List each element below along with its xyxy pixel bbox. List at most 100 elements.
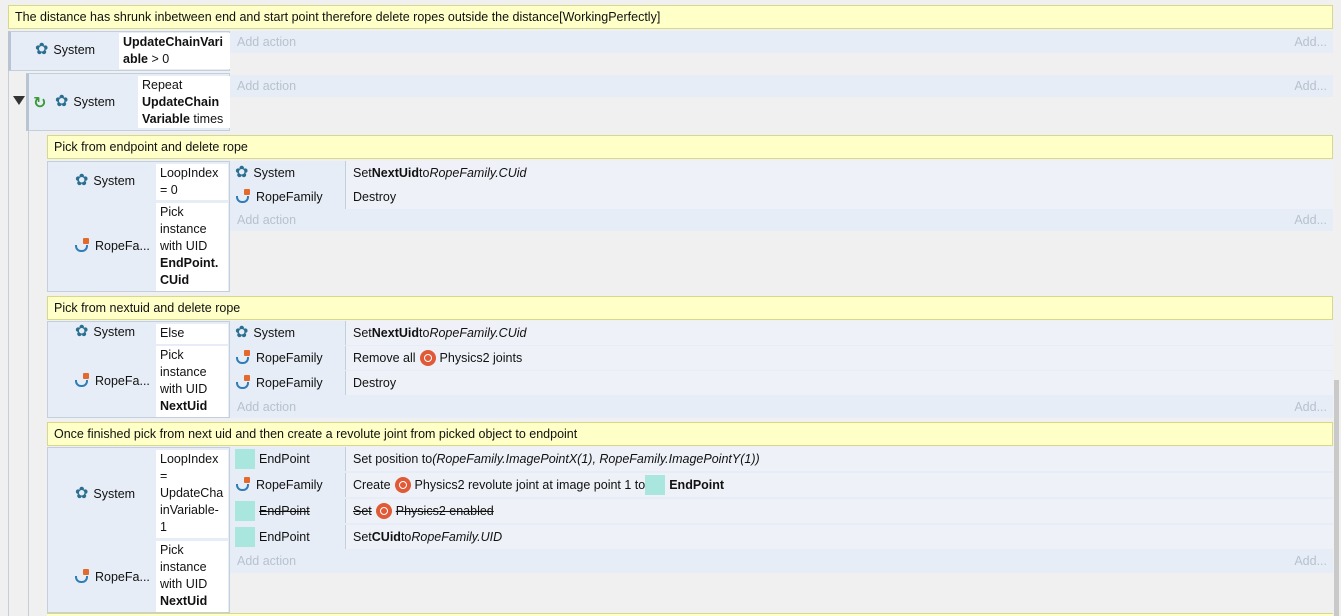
sub-event-2-actions[interactable]: ✿ System Set NextUid to RopeFamily.CUid … bbox=[230, 321, 1333, 418]
action-remove-joints[interactable]: Remove all Physics2 joints bbox=[345, 346, 1333, 370]
action-set-cuid[interactable]: Set CUid to RopeFamily.UID bbox=[345, 525, 1333, 549]
sub1-condition-loopindex[interactable]: LoopIndex = 0 bbox=[156, 164, 228, 200]
action-row[interactable]: EndPoint bbox=[235, 499, 310, 523]
action-object: System bbox=[253, 326, 296, 340]
pick-uid-value: NextUid bbox=[160, 594, 208, 608]
action-row[interactable]: EndPoint bbox=[235, 525, 310, 549]
action-expr: RopeFamily.CUid bbox=[429, 326, 527, 340]
action-row[interactable]: ✿ System bbox=[235, 161, 295, 185]
sub1-system-object[interactable]: ✿ System bbox=[75, 173, 135, 189]
action-object: EndPoint bbox=[259, 530, 310, 544]
physics2-icon bbox=[419, 350, 436, 366]
add-menu-link[interactable]: Add... bbox=[1294, 79, 1327, 93]
gear-icon: ✿ bbox=[75, 323, 89, 340]
add-action-link[interactable]: Add action bbox=[237, 554, 296, 568]
ropefamily-label: RopeFa... bbox=[95, 239, 150, 253]
sub2-ropefamily-object[interactable]: RopeFa... bbox=[74, 373, 150, 389]
action-text: Create bbox=[353, 478, 391, 492]
scrollbar[interactable] bbox=[1334, 380, 1339, 616]
sub1-condition-pick-uid[interactable]: Pick instance with UID EndPoint. CUid bbox=[156, 203, 228, 291]
action-expr: (RopeFamily.ImagePointX(1), RopeFamily.I… bbox=[432, 452, 760, 466]
rope-family-icon bbox=[74, 569, 92, 585]
action-destroy[interactable]: Destroy bbox=[345, 371, 1333, 395]
action-row[interactable]: RopeFamily bbox=[235, 185, 323, 209]
rope-family-icon bbox=[235, 477, 253, 493]
event-2-conditions[interactable]: ↻ ✿ System Repeat UpdateChain Variable t… bbox=[26, 73, 230, 131]
add-menu-link[interactable]: Add... bbox=[1294, 213, 1327, 227]
sub-event-1-conditions[interactable]: ✿ System RopeFa... LoopIndex = 0 Pick in… bbox=[47, 161, 230, 292]
add-menu-link[interactable]: Add... bbox=[1294, 35, 1327, 49]
rope-family-icon bbox=[74, 373, 92, 389]
event-1-condition[interactable]: UpdateChainVari able > 0 bbox=[119, 33, 230, 69]
event-2-actions[interactable]: Add action Add... bbox=[230, 75, 1333, 97]
action-object-disabled: EndPoint bbox=[259, 504, 310, 518]
gear-icon: ✿ bbox=[75, 172, 89, 189]
add-action-link[interactable]: Add action bbox=[237, 213, 296, 227]
system-label: System bbox=[93, 487, 136, 501]
sub2-condition-else[interactable]: Else bbox=[156, 324, 228, 344]
action-object: RopeFamily bbox=[256, 190, 323, 204]
comment-pick-endpoint[interactable]: Pick from endpoint and delete rope bbox=[47, 135, 1333, 159]
action-set-position[interactable]: Set position to (RopeFamily.ImagePointX(… bbox=[345, 447, 1333, 471]
comment-once-finished[interactable]: Once finished pick from next uid and the… bbox=[47, 422, 1333, 446]
sub3-condition-pick-uid[interactable]: Pick instance with UID NextUid bbox=[156, 541, 228, 612]
event-1-system-object[interactable]: ✿ System bbox=[35, 42, 95, 58]
action-text: Set position to bbox=[353, 452, 433, 466]
ropefamily-label: RopeFa... bbox=[95, 570, 150, 584]
comment-top[interactable]: The distance has shrunk inbetween end an… bbox=[8, 5, 1333, 29]
action-row[interactable]: EndPoint bbox=[235, 447, 310, 471]
action-text: Set bbox=[353, 504, 372, 518]
action-expr: RopeFamily.UID bbox=[411, 530, 503, 544]
comment-pick-nextuid[interactable]: Pick from nextuid and delete rope bbox=[47, 296, 1333, 320]
sub2-system-object[interactable]: ✿ System bbox=[75, 324, 135, 340]
sub3-condition-loopindex[interactable]: LoopIndex = UpdateCha inVariable- 1 bbox=[156, 450, 228, 538]
system-label: System bbox=[93, 174, 136, 188]
action-create-revolute-joint[interactable]: Create Physics2 revolute joint at image … bbox=[345, 473, 1333, 497]
sub3-ropefamily-object[interactable]: RopeFa... bbox=[74, 569, 150, 585]
rope-family-icon bbox=[235, 375, 253, 391]
add-action-link[interactable]: Add action bbox=[237, 79, 296, 93]
action-set-nextuid[interactable]: Set NextUid to RopeFamily.CUid bbox=[345, 161, 1333, 185]
pick-uid-value: NextUid bbox=[160, 399, 208, 413]
sub3-system-object[interactable]: ✿ System bbox=[75, 486, 135, 502]
sub-event-1-actions[interactable]: ✿ System Set NextUid to RopeFamily.CUid … bbox=[230, 161, 1333, 231]
action-text: Set bbox=[353, 166, 372, 180]
pick-uid-label: Pick instance with UID bbox=[160, 348, 208, 396]
add-action-link[interactable]: Add action bbox=[237, 35, 296, 49]
action-row[interactable]: RopeFamily bbox=[235, 371, 323, 395]
repeat-condition[interactable]: Repeat UpdateChain Variable times bbox=[138, 76, 230, 128]
action-expr: RopeFamily.CUid bbox=[429, 166, 527, 180]
action-text: Physics2 enabled bbox=[395, 504, 494, 518]
sub2-condition-pick-uid[interactable]: Pick instance with UID NextUid bbox=[156, 346, 228, 417]
add-menu-link[interactable]: Add... bbox=[1294, 400, 1327, 414]
action-set-physics-enabled-disabled[interactable]: Set Physics2 enabled bbox=[345, 499, 1333, 523]
repeat-times: times bbox=[189, 112, 224, 126]
sub-event-2-conditions[interactable]: ✿ System RopeFa... Else Pick instance wi… bbox=[47, 321, 230, 418]
action-text: Destroy bbox=[353, 376, 397, 390]
action-row[interactable]: RopeFamily bbox=[235, 473, 323, 497]
system-label: System bbox=[73, 95, 116, 109]
sub-event-3-actions[interactable]: EndPoint Set position to (RopeFamily.Ima… bbox=[230, 447, 1333, 573]
repeat-label: Repeat bbox=[142, 78, 183, 92]
system-label: System bbox=[53, 43, 96, 57]
event-2-system-object[interactable]: ✿ System bbox=[55, 94, 115, 110]
collapse-arrow-icon[interactable] bbox=[13, 96, 25, 105]
rope-family-icon bbox=[235, 189, 253, 205]
event-1-conditions[interactable]: ✿ System UpdateChainVari able > 0 bbox=[8, 31, 230, 71]
action-text: Destroy bbox=[353, 190, 397, 204]
action-row[interactable]: RopeFamily bbox=[235, 346, 323, 370]
add-menu-link[interactable]: Add... bbox=[1294, 554, 1327, 568]
sub1-ropefamily-object[interactable]: RopeFa... bbox=[74, 238, 150, 254]
action-text: to bbox=[419, 326, 430, 340]
action-object: System bbox=[253, 166, 296, 180]
action-text: Physics2 revolute joint at image point 1… bbox=[414, 478, 646, 492]
action-row[interactable]: ✿ System bbox=[235, 321, 295, 345]
pick-uid-value: EndPoint. CUid bbox=[160, 256, 219, 287]
event-1-actions[interactable]: Add action Add... bbox=[230, 31, 1333, 53]
action-destroy[interactable]: Destroy bbox=[345, 185, 1333, 209]
action-var: CUid bbox=[371, 530, 401, 544]
add-action-link[interactable]: Add action bbox=[237, 400, 296, 414]
pick-uid-label: Pick instance with UID bbox=[160, 543, 208, 591]
sub-event-3-conditions[interactable]: ✿ System RopeFa... LoopIndex = UpdateCha… bbox=[47, 447, 230, 613]
action-set-nextuid[interactable]: Set NextUid to RopeFamily.CUid bbox=[345, 321, 1333, 345]
